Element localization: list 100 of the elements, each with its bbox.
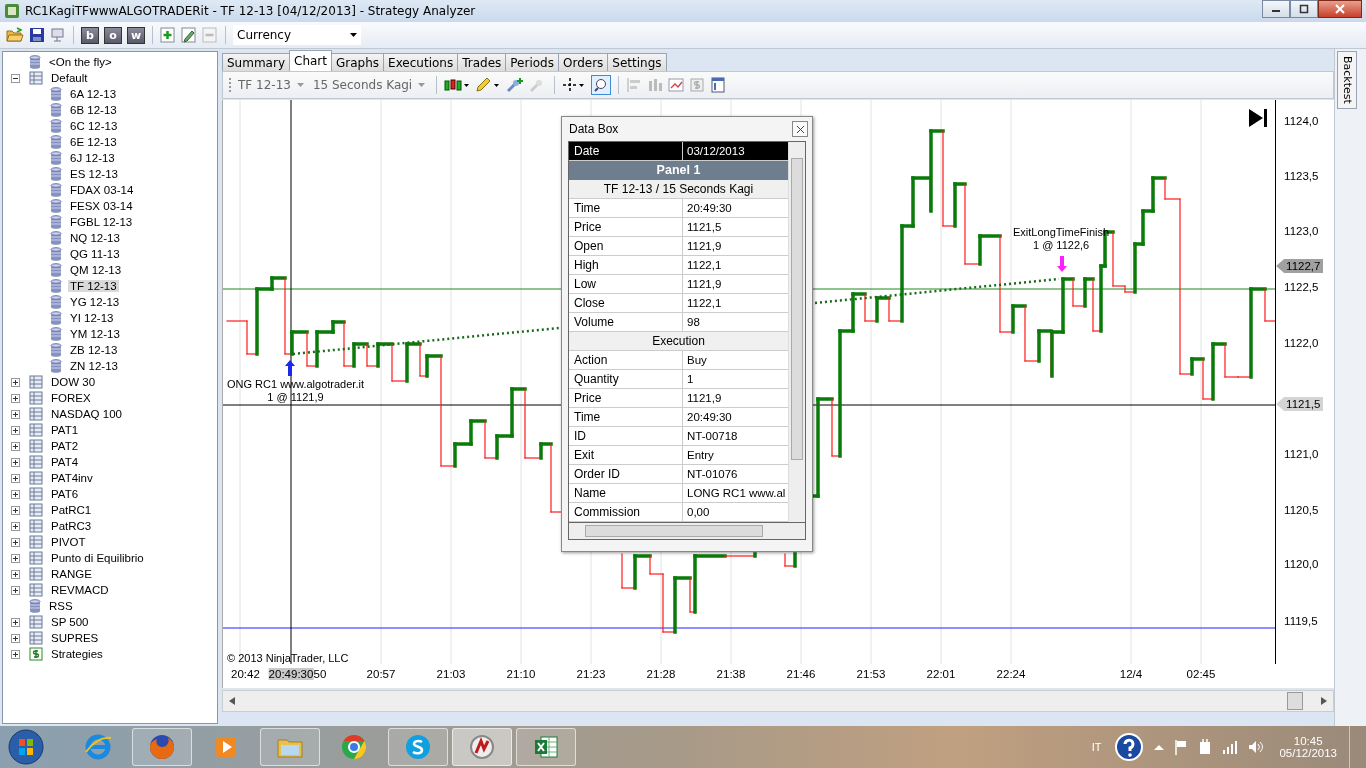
expand-icon[interactable] — [11, 425, 20, 435]
instrument-item[interactable]: 6B 12-13 — [68, 104, 119, 116]
expand-icon[interactable] — [11, 585, 20, 595]
line-chart-icon[interactable] — [668, 77, 685, 93]
expand-icon[interactable] — [11, 489, 20, 499]
taskbar-button[interactable] — [452, 728, 512, 766]
expand-icon[interactable] — [11, 377, 20, 387]
tab[interactable]: Periods — [505, 53, 559, 71]
side-tab[interactable]: Backtest — [1337, 51, 1357, 109]
chart-panel[interactable] — [223, 100, 1276, 664]
minimize-button[interactable] — [1262, 0, 1290, 18]
tree-item[interactable]: REVMACD — [49, 584, 111, 596]
save-icon[interactable] — [29, 27, 45, 43]
tree-item[interactable]: <On the fly> — [47, 56, 114, 68]
close-button[interactable] — [792, 121, 808, 137]
instrument-item[interactable]: ZB 12-13 — [68, 344, 120, 356]
tree-item[interactable]: Strategies — [49, 648, 105, 660]
edit-icon[interactable] — [181, 27, 197, 43]
expand-icon[interactable] — [11, 649, 20, 659]
expand-icon[interactable] — [11, 617, 20, 627]
instrument-item[interactable]: NQ 12-13 — [68, 232, 122, 244]
instrument-item[interactable]: FGBL 12-13 — [68, 216, 135, 228]
instrument-item[interactable]: YG 12-13 — [68, 296, 122, 308]
instrument-item[interactable]: ZN 12-13 — [68, 360, 120, 372]
expand-icon[interactable] — [11, 537, 20, 547]
instrument-item[interactable]: 6C 12-13 — [68, 120, 120, 132]
expand-icon[interactable] — [11, 473, 20, 483]
tab[interactable]: Executions — [383, 53, 459, 71]
tree-item[interactable]: NASDAQ 100 — [49, 408, 124, 420]
scroll-left-icon[interactable] — [229, 697, 235, 705]
instrument-item[interactable]: YM 12-13 — [68, 328, 122, 340]
flag-icon[interactable] — [1174, 739, 1189, 755]
power-plug-icon[interactable] — [1198, 739, 1213, 755]
tree-item[interactable]: SUPRES — [49, 632, 101, 644]
tab[interactable]: Orders — [557, 53, 609, 71]
crosshair-icon[interactable] — [562, 77, 587, 93]
close-button[interactable] — [1318, 0, 1362, 18]
taskbar-button[interactable] — [516, 728, 576, 766]
expand-icon[interactable] — [11, 393, 20, 403]
collapse-icon[interactable] — [11, 73, 20, 83]
scroll-thumb[interactable] — [1287, 692, 1303, 710]
tree-item[interactable]: PIVOT — [49, 536, 88, 548]
show-hidden-icons-icon[interactable] — [1154, 743, 1165, 751]
tab[interactable]: Graphs — [331, 53, 385, 71]
tab[interactable]: Settings — [607, 53, 667, 71]
play-to-end-icon[interactable] — [1249, 109, 1267, 127]
instrument-item[interactable]: 6E 12-13 — [68, 136, 119, 148]
monitor-icon[interactable] — [50, 27, 66, 43]
vertical-scrollbar[interactable] — [788, 142, 805, 522]
expand-icon[interactable] — [11, 505, 20, 515]
tree-item[interactable]: FOREX — [49, 392, 93, 404]
instrument-item[interactable]: QG 11-13 — [68, 248, 122, 260]
expand-icon[interactable] — [11, 457, 20, 467]
signal-bars-icon[interactable] — [1222, 740, 1239, 754]
period-dropdown[interactable]: 15 Seconds Kagi — [312, 78, 426, 92]
open-folder-icon[interactable] — [6, 27, 24, 43]
tree-item[interactable]: SP 500 — [49, 616, 91, 628]
instrument-item[interactable]: 6A 12-13 — [68, 88, 119, 100]
tree-item[interactable]: PAT2 — [49, 440, 81, 452]
instrument-item[interactable]: FDAX 03-14 — [68, 184, 136, 196]
taskbar-button[interactable] — [132, 728, 192, 766]
instrument-item[interactable]: FESX 03-14 — [68, 200, 135, 212]
add-icon[interactable] — [160, 27, 176, 43]
instrument-item[interactable]: 6J 12-13 — [68, 152, 117, 164]
zoom-icon[interactable] — [591, 75, 612, 95]
letter-button[interactable]: o — [104, 26, 122, 44]
tree-item[interactable]: PAT6 — [49, 488, 81, 500]
expand-icon[interactable] — [11, 409, 20, 419]
tree-item[interactable]: RANGE — [49, 568, 94, 580]
speaker-icon[interactable] — [1248, 740, 1265, 754]
expand-icon[interactable] — [11, 633, 20, 643]
add-indicator-icon[interactable] — [506, 77, 525, 93]
candlestick-icon[interactable] — [444, 77, 471, 93]
instrument-item[interactable]: YI 12-13 — [68, 312, 116, 324]
tree-item[interactable]: PAT4inv — [49, 472, 95, 484]
tree-item[interactable]: DOW 30 — [49, 376, 98, 388]
expand-icon[interactable] — [11, 521, 20, 531]
expand-icon[interactable] — [11, 553, 20, 563]
help-icon[interactable] — [1114, 732, 1145, 762]
pencil-icon[interactable] — [475, 77, 502, 93]
instrument-list-dropdown[interactable]: Currency — [233, 25, 361, 45]
tab[interactable]: Summary — [222, 53, 290, 71]
instrument-item[interactable]: TF 12-13 — [68, 280, 119, 292]
properties-icon[interactable] — [710, 77, 727, 93]
instrument-item[interactable]: QM 12-13 — [68, 264, 124, 276]
tree-item[interactable]: PAT4 — [49, 456, 81, 468]
instrument-dropdown[interactable]: TF 12-13 — [238, 78, 304, 92]
letter-button[interactable]: w — [127, 26, 145, 44]
horizontal-scrollbar[interactable] — [568, 522, 806, 540]
expand-icon[interactable] — [11, 569, 20, 579]
tab[interactable]: Trades — [457, 53, 507, 71]
tree-item[interactable]: Default — [49, 72, 90, 84]
chart-scrollbar[interactable] — [222, 690, 1334, 712]
tree-item[interactable]: Punto di Equilibrio — [49, 552, 146, 564]
tree-item[interactable]: PatRC1 — [49, 504, 94, 516]
expand-icon[interactable] — [11, 441, 20, 451]
tree-item[interactable]: PAT1 — [49, 424, 81, 436]
tree-item[interactable]: RSS — [47, 600, 75, 612]
taskbar-button[interactable] — [388, 728, 448, 766]
maximize-button[interactable] — [1290, 0, 1318, 18]
